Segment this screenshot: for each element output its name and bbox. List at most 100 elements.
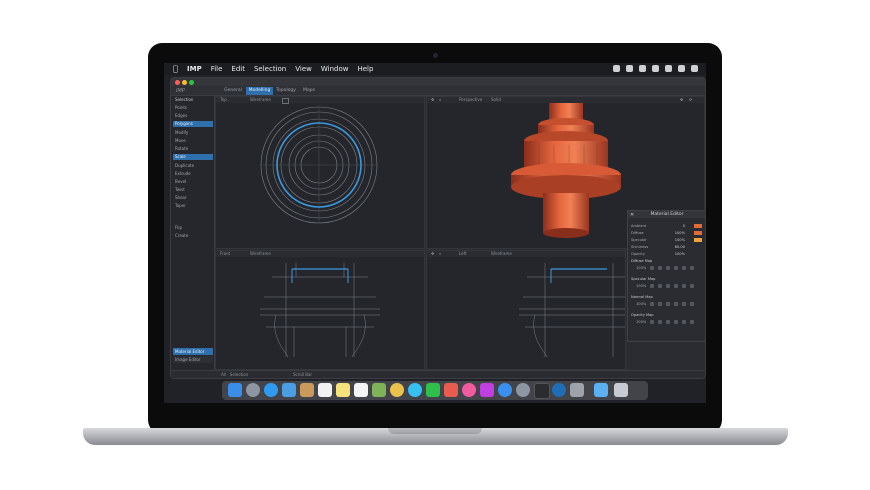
sidebar-item-bevel[interactable]: Bevel: [173, 179, 213, 185]
laptop-notch: [388, 428, 482, 434]
launchpad-icon[interactable]: [246, 383, 260, 397]
notification-center-icon[interactable]: [691, 65, 698, 72]
sidebar-item-move[interactable]: Move: [173, 138, 213, 144]
mat-row-opacity[interactable]: Opacity 100%: [631, 251, 705, 257]
reminders-icon[interactable]: [354, 383, 368, 397]
front-wireframe: [260, 263, 380, 358]
photos-icon[interactable]: [390, 383, 404, 397]
mat-value-opacity[interactable]: 100%: [675, 251, 685, 257]
apple-logo-icon[interactable]: : [173, 65, 181, 73]
folder-icon[interactable]: [594, 383, 608, 397]
normal-map-value[interactable]: 100%: [636, 302, 646, 306]
specular-map-label: Specular Map: [631, 277, 656, 281]
trash-icon[interactable]: [614, 383, 628, 397]
menu-help[interactable]: Help: [357, 65, 373, 73]
time-machine-icon[interactable]: [613, 65, 620, 72]
notes-icon[interactable]: [336, 383, 350, 397]
status-selection[interactable]: All · Selection: [221, 371, 248, 378]
menu-file[interactable]: File: [211, 65, 223, 73]
terminal-icon[interactable]: [534, 383, 550, 399]
mat-label-shininess: Shininess: [631, 245, 649, 249]
top-wireframe: [260, 106, 378, 224]
contacts-icon[interactable]: [300, 383, 314, 397]
mat-value-shininess[interactable]: 60.00: [675, 244, 685, 250]
specular-map-value[interactable]: 100%: [636, 284, 646, 288]
status-tray: [613, 65, 698, 72]
app-window: IMP General Modelling Topology Maps Sele…: [170, 77, 706, 379]
messages-icon[interactable]: [408, 383, 422, 397]
diffuse-map-value[interactable]: 100%: [636, 266, 646, 270]
wifi-icon[interactable]: [639, 65, 646, 72]
mat-label-ambient: Ambient: [631, 224, 647, 228]
ibooks-icon[interactable]: [480, 383, 494, 397]
sidebar-item-modify[interactable]: Modify: [173, 130, 213, 136]
safari-icon[interactable]: [264, 383, 278, 397]
sidebar-item-edges[interactable]: Edges: [173, 113, 213, 119]
sidebar-item-points[interactable]: Points: [173, 105, 213, 111]
viewport-front[interactable]: Front Wireframe: [215, 250, 425, 370]
tab-maps[interactable]: Maps: [299, 87, 319, 95]
finder-icon[interactable]: [228, 383, 242, 397]
sidebar-item-extrude[interactable]: Extrude: [173, 171, 213, 177]
mat-value-ambient[interactable]: 0: [683, 223, 685, 229]
toolbar-brand: IMP: [176, 88, 185, 94]
menu-app-name[interactable]: IMP: [187, 65, 202, 73]
mat-row-diffuse[interactable]: Diffuse 100%: [631, 230, 705, 236]
menu-view[interactable]: View: [295, 65, 312, 73]
maps-icon[interactable]: [372, 383, 386, 397]
close-panel-icon[interactable]: ✕: [630, 212, 634, 218]
volume-icon[interactable]: [626, 65, 633, 72]
menu-window[interactable]: Window: [321, 65, 349, 73]
diffuse-swatch[interactable]: [694, 231, 702, 235]
shaft-bottom: [543, 193, 589, 233]
system-preferences-icon[interactable]: [516, 383, 530, 397]
normal-map-label: Normal Map: [631, 295, 653, 299]
tab-general[interactable]: General: [221, 87, 245, 95]
close-window-button[interactable]: [175, 80, 180, 85]
mat-row-ambient[interactable]: Ambient 0: [631, 223, 705, 229]
mat-value-specular[interactable]: 100%: [675, 237, 685, 243]
menu-selection[interactable]: Selection: [254, 65, 286, 73]
tab-topology[interactable]: Topology: [274, 87, 298, 95]
opacity-map-controls: [650, 320, 694, 325]
sidebar-item-duplicate[interactable]: Duplicate: [173, 163, 213, 169]
flag-icon[interactable]: [652, 65, 659, 72]
screen:  IMP File Edit Selection View Window He…: [164, 63, 706, 403]
mat-label-specular: Specular: [631, 238, 647, 242]
sidebar-item-shear[interactable]: Shear: [173, 195, 213, 201]
image-editor-button[interactable]: Image Editor: [173, 356, 213, 363]
facetime-icon[interactable]: [426, 383, 440, 397]
photo-booth-icon[interactable]: [444, 383, 458, 397]
ambient-swatch[interactable]: [694, 224, 702, 228]
sidebar-item-flip[interactable]: Flip: [173, 225, 213, 231]
viewport-top[interactable]: Top Wireframe: [215, 96, 425, 249]
specular-swatch[interactable]: [694, 238, 702, 242]
menu-edit[interactable]: Edit: [231, 65, 245, 73]
sidebar-item-twist[interactable]: Twist: [173, 187, 213, 193]
spotlight-search-icon[interactable]: [678, 65, 685, 72]
calendar-icon[interactable]: [318, 383, 332, 397]
itunes-icon[interactable]: [462, 383, 476, 397]
mat-row-shininess[interactable]: Shininess 60.00: [631, 244, 705, 250]
mail-icon[interactable]: [282, 383, 296, 397]
material-editor-panel: Material Editor ✕ Ambient 0 Diffuse 100%…: [627, 210, 705, 342]
sidebar-item-rotate[interactable]: Rotate: [173, 146, 213, 152]
zoom-window-button[interactable]: [189, 80, 194, 85]
minimize-window-button[interactable]: [182, 80, 187, 85]
material-editor-button[interactable]: Material Editor: [173, 348, 213, 355]
battery-icon[interactable]: [665, 65, 672, 72]
sidebar-item-polygons[interactable]: Polygons: [173, 121, 213, 127]
viewport-left[interactable]: ✥ ⌕ Left Wireframe: [426, 250, 626, 370]
menu-bar:  IMP File Edit Selection View Window He…: [164, 63, 706, 75]
app-store-icon[interactable]: [498, 383, 512, 397]
downloads-stack-icon[interactable]: [570, 383, 584, 397]
sidebar-item-create[interactable]: Create: [173, 233, 213, 239]
opacity-map-value[interactable]: 100%: [636, 320, 646, 324]
tab-modelling[interactable]: Modelling: [246, 87, 273, 95]
mat-value-diffuse[interactable]: 100%: [675, 230, 685, 236]
sidebar-item-scale[interactable]: Scale: [173, 154, 213, 160]
imp-app-icon[interactable]: [552, 383, 566, 397]
normal-map-controls: [650, 302, 694, 307]
sidebar-item-taper[interactable]: Taper: [173, 203, 213, 209]
mat-row-specular[interactable]: Specular 100%: [631, 237, 705, 243]
